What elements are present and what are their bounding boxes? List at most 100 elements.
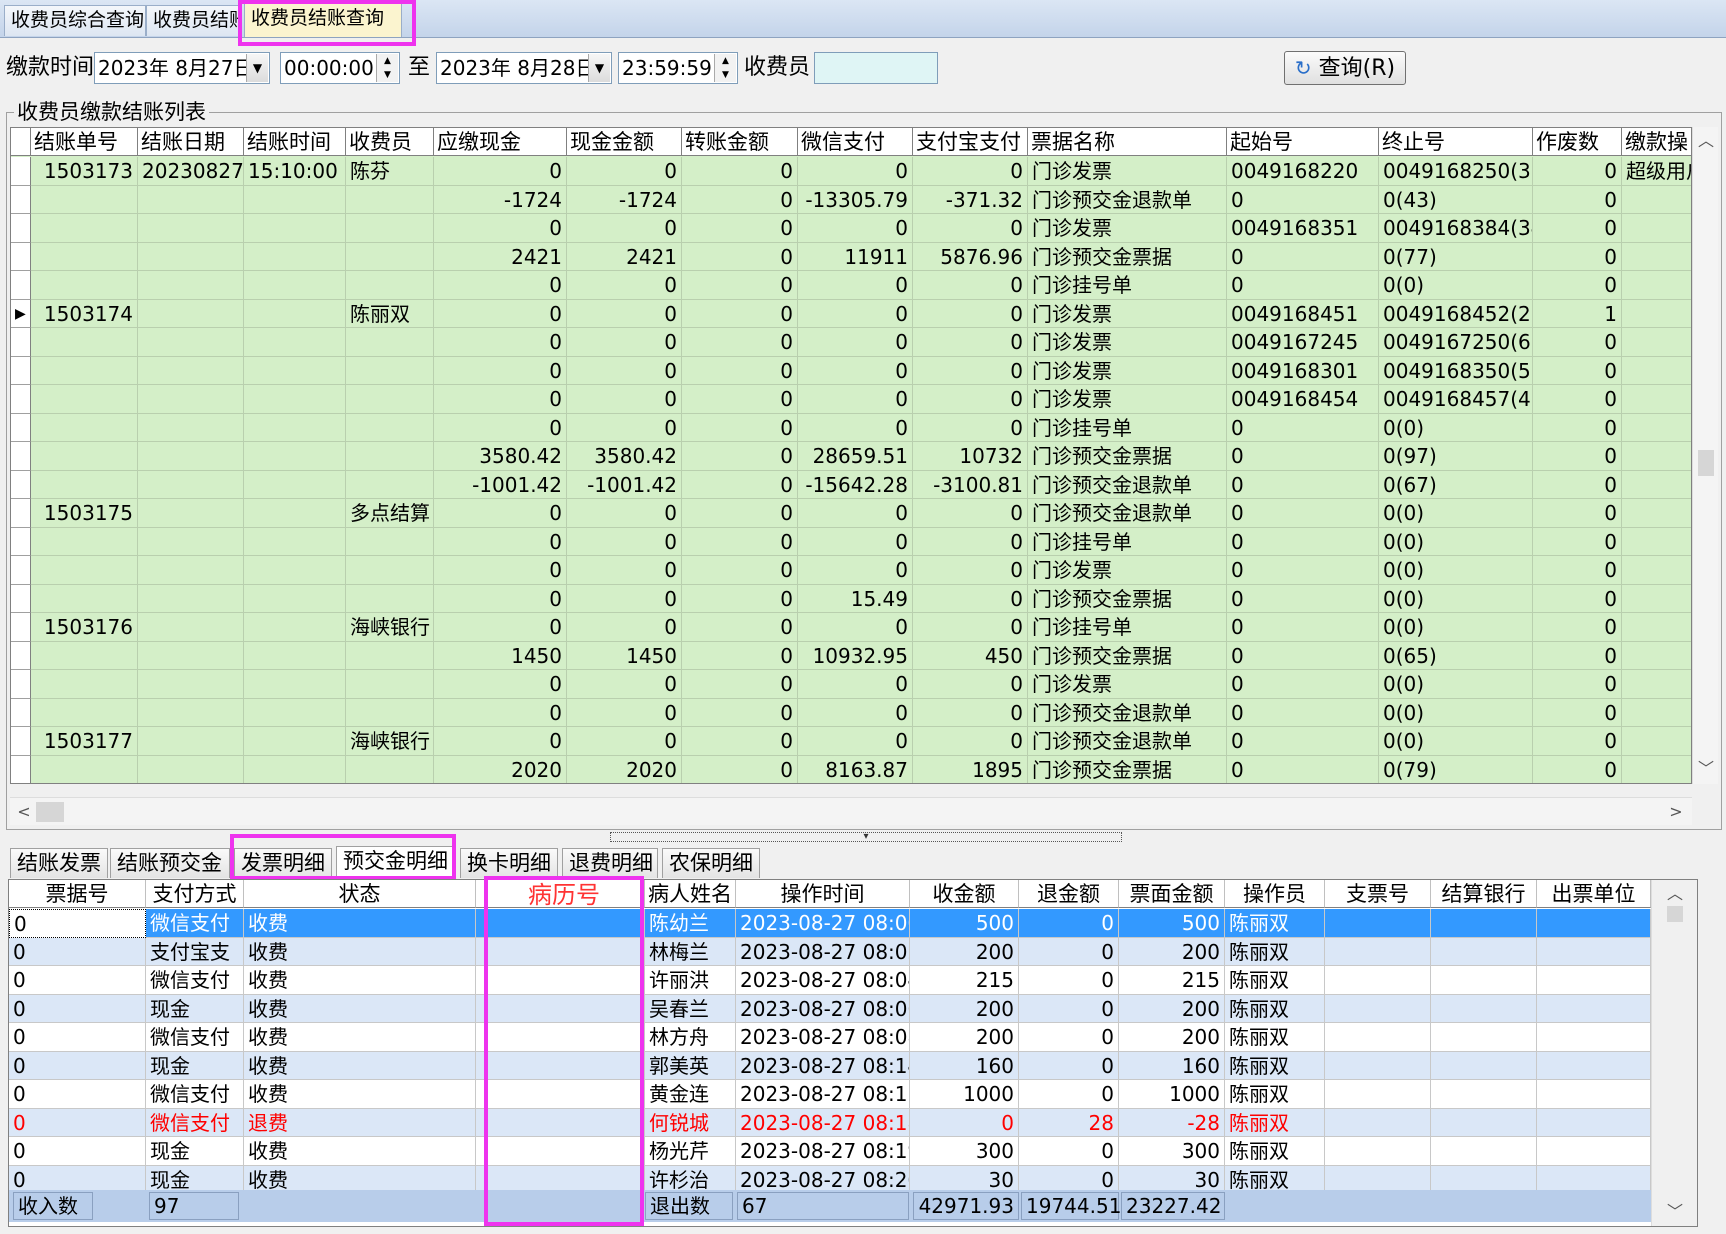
col-header-bill-name[interactable]: 票据名称 [1028,128,1227,156]
row-selector[interactable] [11,356,31,385]
scroll-right-icon[interactable]: > [1666,802,1686,822]
col-header-patient-name[interactable]: 病人姓名 [645,880,736,908]
col-header-issuing-unit[interactable]: 出票单位 [1537,880,1651,908]
row-selector[interactable] [11,527,31,556]
col-header-check-no[interactable]: 支票号 [1325,880,1431,908]
detail-cell-patient-name: 何锐城 [645,1108,736,1137]
tab-invoice-detail[interactable]: 发票明细 [234,848,332,878]
scroll-up-icon[interactable]: ︿ [1696,131,1716,151]
scroll-thumb[interactable] [1667,906,1683,922]
row-selector[interactable]: ▶ [11,299,31,328]
col-header-face-amount[interactable]: 票面金额 [1119,880,1225,908]
col-header-void-count[interactable]: 作废数 [1533,128,1622,156]
row-selector[interactable] [11,727,31,756]
row-selector[interactable] [11,214,31,243]
col-header-operator[interactable]: 操作员 [1225,880,1325,908]
col-header-wechat-pay[interactable]: 微信支付 [798,128,913,156]
row-selector[interactable] [11,385,31,414]
row-selector[interactable] [11,242,31,271]
end-date-picker[interactable]: 2023年 8月28日 ▼ [436,52,612,84]
cell-wechat-pay: 0 [798,556,913,585]
cashier-input[interactable] [814,52,938,84]
settlement-grid[interactable]: 结账单号 结账日期 结账时间 收费员 应缴现金 现金金额 转账金额 微信支付 支… [10,127,1692,784]
query-button[interactable]: ↻ 查询(R) [1284,51,1406,85]
col-header-status[interactable]: 状态 [244,880,476,908]
tab-cashier-settlement-query[interactable]: 收费员结账查询 [244,3,402,37]
row-selector[interactable] [11,641,31,670]
row-selector[interactable] [11,755,31,783]
start-date-picker[interactable]: 2023年 8月27日 ▼ [94,52,270,84]
deposit-detail-grid[interactable]: 票据号 支付方式 状态 病人姓名 操作时间 收金额 退金额 票面金额 操作员 支… [8,879,1698,1227]
row-selector[interactable] [11,185,31,214]
cell-end-no: 0(0) [1379,271,1533,300]
tab-refund-detail[interactable]: 退费明细 [562,848,658,878]
col-header-cash-due[interactable]: 应缴现金 [434,128,567,156]
scroll-up-icon[interactable]: ︿ [1665,884,1685,904]
scroll-thumb[interactable] [36,802,64,822]
col-header-cash-amount[interactable]: 现金金额 [567,128,682,156]
col-header-transfer-amount[interactable]: 转账金额 [682,128,798,156]
spin-updown-icon[interactable]: ▲ ▼ [376,54,398,82]
row-selector[interactable] [11,670,31,699]
detail-cell-operate-time: 2023-08-27 08:19 [736,1137,910,1166]
tab-settle-invoice[interactable]: 结账发票 [10,848,108,878]
spin-updown-icon[interactable]: ▲ ▼ [714,54,736,82]
detail-cell-issuing-unit [1537,994,1651,1023]
start-time-field[interactable]: 00:00:00 ▲ ▼ [280,52,400,84]
cell-settle-date [138,185,244,214]
cell-cashier [346,185,434,214]
col-header-settle-bank[interactable]: 结算银行 [1431,880,1537,908]
detail-vertical-scrollbar[interactable]: ︿ ﹀ [1651,880,1697,1226]
cell-cash-amount: 0 [567,670,682,699]
col-header-pay-operator[interactable]: 缴款操 [1622,128,1691,156]
tab-cashier-general-query[interactable]: 收费员综合查询 [4,5,146,36]
settlement-vertical-scrollbar[interactable]: ︿ ﹀ [1692,127,1718,784]
panel-splitter[interactable]: ▾ [610,832,1122,842]
col-header-start-no[interactable]: 起始号 [1227,128,1379,156]
settlement-horizontal-scrollbar[interactable]: < > [10,797,1692,825]
chevron-down-icon[interactable]: ▼ [588,54,610,82]
cell-alipay: 0 [913,214,1028,243]
row-selector[interactable] [11,157,31,186]
cell-void-count: 0 [1533,556,1622,585]
row-selector[interactable] [11,271,31,300]
scroll-down-icon[interactable]: ﹀ [1696,759,1716,779]
scroll-down-icon[interactable]: ﹀ [1665,1202,1685,1222]
tab-rural-insurance-detail[interactable]: 农保明细 [662,848,760,878]
cell-transfer-amount: 0 [682,698,798,727]
row-selector[interactable] [11,470,31,499]
col-header-settle-date[interactable]: 结账日期 [138,128,244,156]
col-header-cashier[interactable]: 收费员 [346,128,434,156]
col-header-pay-method[interactable]: 支付方式 [146,880,244,908]
col-header-operate-time[interactable]: 操作时间 [736,880,910,908]
tab-settle-deposit[interactable]: 结账预交金 [110,848,230,878]
col-header-bill-no[interactable]: 票据号 [9,880,146,908]
chevron-down-icon[interactable]: ▼ [246,54,268,82]
scroll-thumb[interactable] [1698,450,1714,476]
cell-end-no: 0049167250(6) [1379,328,1533,357]
col-header-settle-time[interactable]: 结账时间 [244,128,346,156]
scroll-left-icon[interactable]: < [14,802,34,822]
cell-transfer-amount: 0 [682,613,798,642]
tab-cashier-settlement[interactable]: 收费员结账 [146,5,242,36]
tab-deposit-detail[interactable]: 预交金明细 [336,846,454,879]
row-selector[interactable] [11,413,31,442]
pay-time-label: 缴款时间 [6,55,95,80]
cell-alipay: 450 [913,641,1028,670]
row-selector[interactable] [11,328,31,357]
cell-settle-date: 20230827 [138,157,244,186]
row-selector[interactable] [11,442,31,471]
row-selector[interactable] [11,698,31,727]
row-selector[interactable] [11,584,31,613]
tab-card-change-detail[interactable]: 换卡明细 [460,848,558,878]
col-header-settle-no[interactable]: 结账单号 [31,128,138,156]
row-selector[interactable] [11,499,31,528]
col-header-refunded[interactable]: 退金额 [1019,880,1119,908]
col-header-end-no[interactable]: 终止号 [1379,128,1533,156]
col-header-alipay[interactable]: 支付宝支付 [913,128,1028,156]
row-selector[interactable] [11,556,31,585]
cell-end-no: 0(0) [1379,698,1533,727]
row-selector[interactable] [11,613,31,642]
col-header-received[interactable]: 收金额 [910,880,1019,908]
end-time-field[interactable]: 23:59:59 ▲ ▼ [618,52,738,84]
